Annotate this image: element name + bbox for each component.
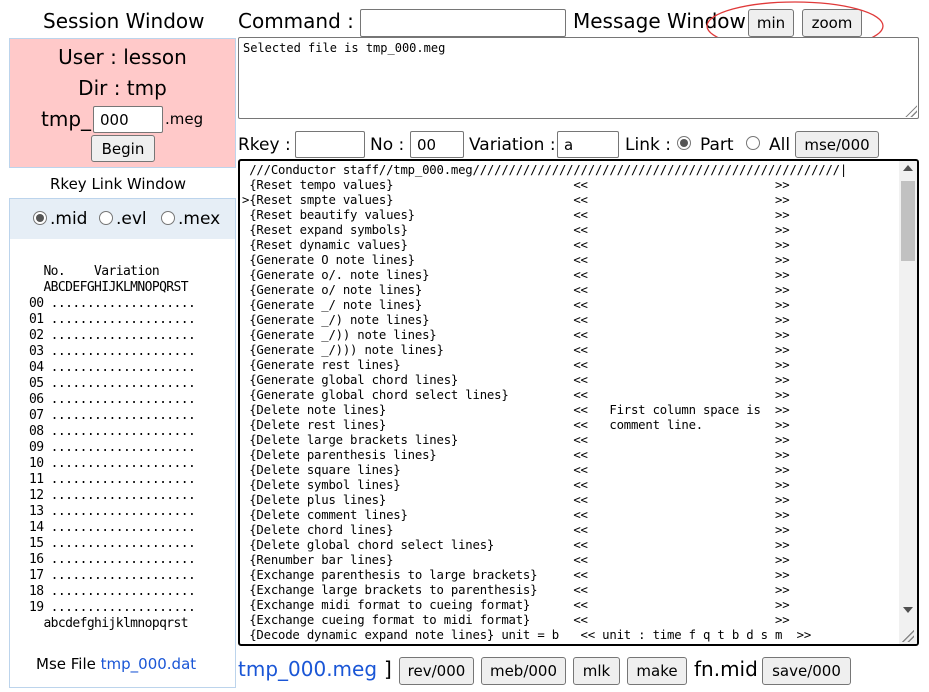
radio-mid-label: .mid <box>50 209 88 229</box>
radio-mex-label: .mex <box>178 209 221 229</box>
radio-evl-label: .evl <box>116 209 147 229</box>
file-ext-label: .meg <box>165 110 204 128</box>
scroll-down-icon[interactable] <box>903 607 913 613</box>
editor-scrollbar[interactable] <box>899 161 917 644</box>
variation-input[interactable] <box>557 131 619 158</box>
mse-button[interactable]: mse/000 <box>795 131 879 158</box>
message-textarea[interactable]: Selected file is tmp_000.meg <box>238 37 919 119</box>
resize-grip-icon[interactable] <box>905 105 917 117</box>
radio-mex[interactable] <box>161 211 175 225</box>
current-file-link[interactable]: tmp_000.meg <box>238 657 377 681</box>
user-label: User : lesson <box>58 45 187 69</box>
message-text: Selected file is tmp_000.meg <box>243 41 446 55</box>
save-button[interactable]: save/000 <box>762 657 851 685</box>
session-window-title: Session Window <box>43 9 205 33</box>
mlk-button[interactable]: mlk <box>573 657 620 685</box>
scroll-thumb[interactable] <box>901 181 915 261</box>
command-label: Command : <box>238 9 354 33</box>
rkey-window-title: Rkey Link Window <box>50 175 187 193</box>
mse-file-label: Mse File <box>36 655 96 673</box>
dir-label: Dir : tmp <box>78 76 167 100</box>
scroll-up-icon[interactable] <box>903 165 913 171</box>
file-prefix-label: tmp_ <box>41 107 92 131</box>
begin-button[interactable]: Begin <box>91 135 155 162</box>
mse-file-row: Mse File tmp_000.dat <box>36 655 196 673</box>
rkey-label: Rkey : <box>238 135 291 155</box>
rkey-link-grid[interactable]: No. Variation ABCDEFGHIJKLMNOPQRST 00 ..… <box>29 264 196 632</box>
editor-text: ///Conductor staff//tmp_000.meg/////////… <box>242 163 848 642</box>
editor-textarea[interactable]: ///Conductor staff//tmp_000.meg/////////… <box>238 159 919 646</box>
rkey-ext-radio-bar: .mid .evl .mex <box>10 199 235 239</box>
session-panel: User : lesson Dir : tmp tmp_ .meg Begin <box>9 38 236 168</box>
meb-button[interactable]: meb/000 <box>481 657 566 685</box>
radio-part[interactable] <box>677 136 691 150</box>
link-label: Link : <box>625 135 671 155</box>
no-label: No : <box>370 135 405 155</box>
mse-file-name[interactable]: tmp_000.dat <box>101 655 197 673</box>
radio-all-label: All <box>769 135 791 155</box>
radio-evl[interactable] <box>99 211 113 225</box>
rkey-link-panel: .mid .evl .mex No. Variation ABCDEFGHIJK… <box>9 198 236 688</box>
command-input[interactable] <box>360 9 566 37</box>
rev-button[interactable]: rev/000 <box>399 657 474 685</box>
radio-all[interactable] <box>746 136 760 150</box>
file-number-input[interactable] <box>93 106 163 133</box>
radio-part-label: Part <box>700 135 734 155</box>
fn-mid-label: fn.mid <box>694 657 758 681</box>
editor-resize-grip-icon[interactable] <box>902 630 914 642</box>
no-input[interactable] <box>410 131 464 158</box>
rkey-input[interactable] <box>295 131 365 158</box>
bracket-label: ] <box>384 657 392 681</box>
variation-label: Variation : <box>469 135 556 155</box>
radio-mid[interactable] <box>33 211 47 225</box>
make-button[interactable]: make <box>627 657 687 685</box>
